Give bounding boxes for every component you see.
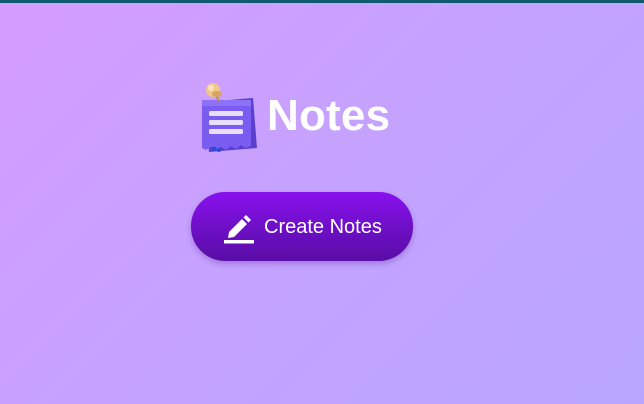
notes-landing: Notes Create Notes xyxy=(191,78,451,261)
pencil-edit-icon xyxy=(221,210,255,244)
top-border xyxy=(0,0,644,3)
app-title: Notes xyxy=(267,91,391,140)
app-header: Notes xyxy=(191,78,451,156)
notepad-pin-icon xyxy=(195,78,261,156)
create-notes-button[interactable]: Create Notes xyxy=(191,192,413,261)
create-notes-label: Create Notes xyxy=(264,215,382,238)
